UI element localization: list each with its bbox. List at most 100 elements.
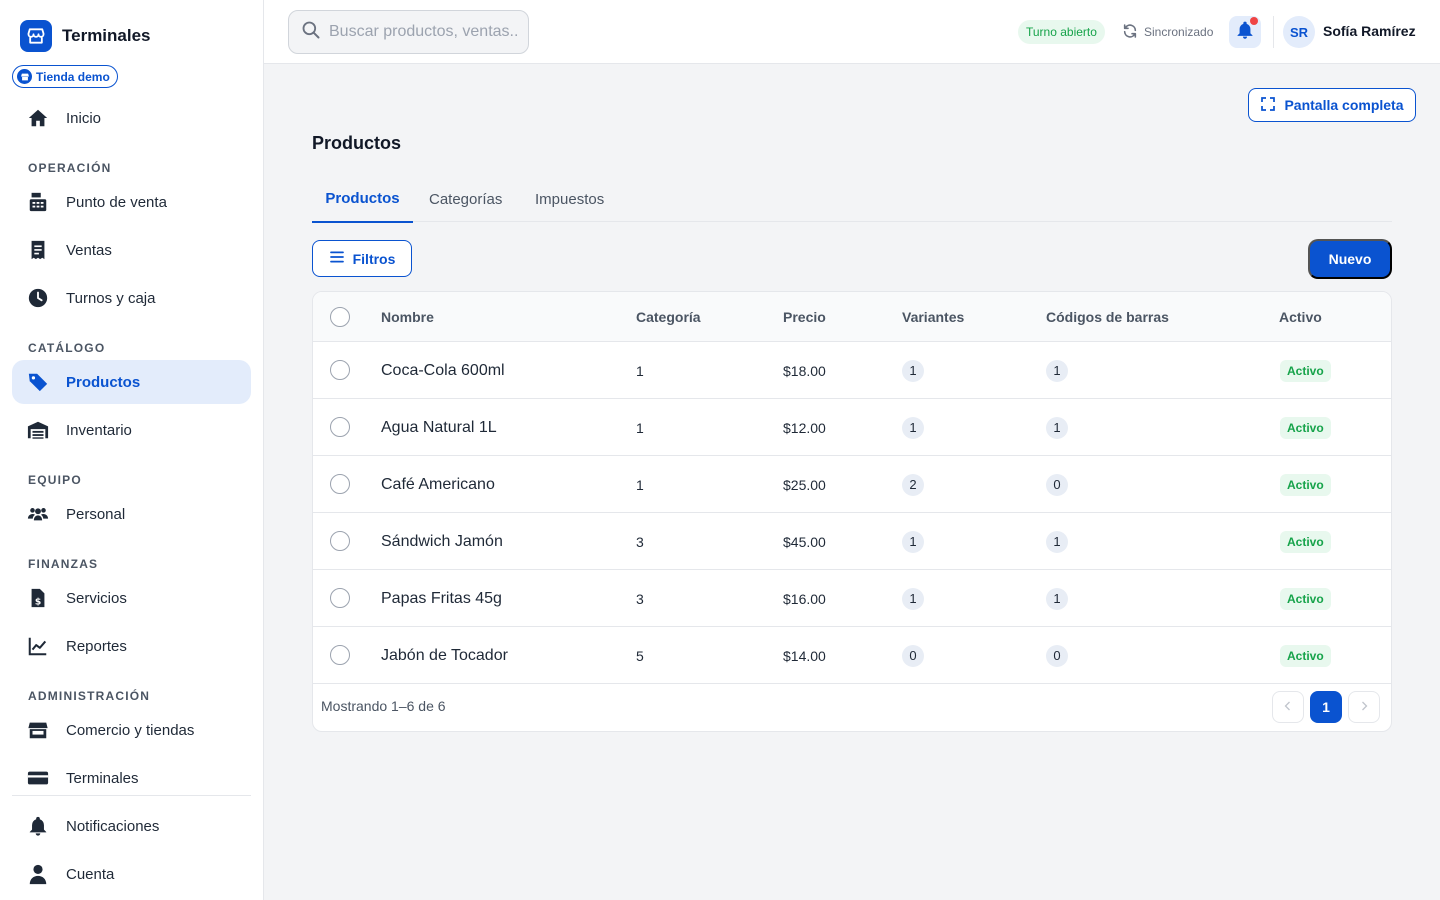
sidebar-item-label: Notificaciones bbox=[66, 817, 160, 835]
product-price: $25.00 bbox=[783, 476, 826, 493]
table-row[interactable]: Coca-Cola 600ml 1 $18.00 1 1 Activo bbox=[313, 342, 1391, 399]
line-chart-icon bbox=[26, 634, 50, 658]
barcodes-count-badge: 1 bbox=[1046, 587, 1068, 610]
table-row[interactable]: Jabón de Tocador 5 $14.00 0 0 Activo bbox=[313, 627, 1391, 684]
tab-impuestos[interactable]: Impuestos bbox=[535, 176, 604, 222]
status-badge: Activo bbox=[1280, 530, 1331, 553]
product-price: $14.00 bbox=[783, 647, 826, 664]
tab-productos[interactable]: Productos bbox=[312, 176, 413, 223]
variants-count-badge: 2 bbox=[902, 473, 924, 496]
home-icon bbox=[26, 106, 50, 130]
sidebar-item-comercio[interactable]: Comercio y tiendas bbox=[12, 708, 251, 752]
variants-count-badge: 1 bbox=[902, 587, 924, 610]
sidebar-item-label: Terminales bbox=[66, 769, 139, 787]
sidebar-item-productos[interactable]: Productos bbox=[12, 360, 251, 404]
column-header-variantes[interactable]: Variantes bbox=[902, 292, 964, 342]
new-product-button[interactable]: Nuevo bbox=[1308, 239, 1392, 279]
product-price: $45.00 bbox=[783, 533, 826, 550]
sidebar-item-reportes[interactable]: Reportes bbox=[12, 624, 251, 668]
brand[interactable]: Terminales bbox=[20, 20, 151, 52]
sidebar-item-label: Inventario bbox=[66, 421, 132, 439]
store-selector[interactable]: Tienda demo bbox=[12, 65, 118, 88]
store-icon bbox=[26, 718, 50, 742]
notifications-button[interactable] bbox=[1229, 16, 1261, 48]
status-badge: Activo bbox=[1280, 473, 1331, 496]
table-row[interactable]: Café Americano 1 $25.00 2 0 Activo bbox=[313, 456, 1391, 513]
sidebar-item-inicio[interactable]: Inicio bbox=[12, 96, 251, 140]
clock-icon bbox=[26, 286, 50, 310]
row-checkbox[interactable] bbox=[330, 531, 350, 551]
column-header-precio[interactable]: Precio bbox=[783, 292, 826, 342]
page-button-current[interactable]: 1 bbox=[1310, 691, 1342, 723]
sidebar-item-terminales[interactable]: Terminales bbox=[12, 756, 251, 800]
row-checkbox[interactable] bbox=[330, 588, 350, 608]
refresh-icon bbox=[1122, 23, 1138, 42]
prev-page-button[interactable] bbox=[1272, 691, 1304, 723]
product-category: 3 bbox=[636, 590, 644, 607]
store-icon bbox=[17, 69, 32, 84]
product-name: Coca-Cola 600ml bbox=[381, 361, 505, 379]
next-page-button[interactable] bbox=[1348, 691, 1380, 723]
barcodes-count-badge: 0 bbox=[1046, 644, 1068, 667]
product-category: 1 bbox=[636, 362, 644, 379]
product-category: 5 bbox=[636, 647, 644, 664]
barcodes-count-badge: 1 bbox=[1046, 530, 1068, 553]
sync-status[interactable]: Sincronizado bbox=[1122, 20, 1213, 44]
sidebar-item-label: Personal bbox=[66, 505, 126, 523]
column-header-activo[interactable]: Activo bbox=[1279, 292, 1322, 342]
top-header: Turno abierto Sincronizado SR Sofía Ramí… bbox=[264, 0, 1440, 64]
column-header-categoria[interactable]: Categoría bbox=[636, 292, 701, 342]
table-header: Nombre Categoría Precio Variantes Código… bbox=[313, 292, 1391, 342]
column-header-codigos[interactable]: Códigos de barras bbox=[1046, 292, 1169, 342]
variants-count-badge: 1 bbox=[902, 359, 924, 382]
search-box[interactable] bbox=[288, 10, 529, 54]
fullscreen-label: Pantalla completa bbox=[1284, 97, 1404, 113]
sidebar-item-servicios[interactable]: $ Servicios bbox=[12, 576, 251, 620]
select-all-checkbox[interactable] bbox=[330, 307, 350, 327]
section-label-catalogo: CATÁLOGO bbox=[28, 341, 106, 355]
menu-lines-icon bbox=[329, 249, 345, 268]
fullscreen-button[interactable]: Pantalla completa bbox=[1248, 88, 1416, 122]
section-label-administracion: ADMINISTRACIÓN bbox=[28, 689, 151, 703]
table-row[interactable]: Sándwich Jamón 3 $45.00 1 1 Activo bbox=[313, 513, 1391, 570]
warehouse-icon bbox=[26, 418, 50, 442]
sidebar-item-label: Productos bbox=[66, 373, 141, 391]
filters-button[interactable]: Filtros bbox=[312, 240, 412, 277]
sidebar-item-notificaciones[interactable]: Notificaciones bbox=[12, 804, 251, 848]
product-name: Agua Natural 1L bbox=[381, 418, 497, 436]
users-icon bbox=[26, 502, 50, 526]
tabs: Productos Categorías Impuestos bbox=[312, 176, 1392, 223]
sidebar-item-personal[interactable]: Personal bbox=[12, 492, 251, 536]
sidebar-item-label: Punto de venta bbox=[66, 193, 167, 211]
bell-icon bbox=[26, 814, 50, 838]
avatar[interactable]: SR bbox=[1283, 16, 1315, 48]
store-icon bbox=[20, 20, 52, 52]
sidebar-item-cuenta[interactable]: Cuenta bbox=[12, 852, 251, 896]
page-title: Productos bbox=[312, 133, 402, 153]
search-input[interactable] bbox=[329, 23, 519, 41]
product-price: $12.00 bbox=[783, 419, 826, 436]
sidebar-item-ventas[interactable]: Ventas bbox=[12, 228, 251, 272]
row-checkbox[interactable] bbox=[330, 645, 350, 665]
column-header-nombre[interactable]: Nombre bbox=[381, 292, 434, 342]
row-checkbox[interactable] bbox=[330, 474, 350, 494]
sidebar-item-label: Reportes bbox=[66, 637, 127, 655]
sidebar-item-turnos[interactable]: Turnos y caja bbox=[12, 276, 251, 320]
tab-categorias[interactable]: Categorías bbox=[429, 176, 502, 222]
status-badge: Activo bbox=[1280, 359, 1331, 382]
sidebar-item-label: Inicio bbox=[66, 109, 102, 127]
table-row[interactable]: Agua Natural 1L 1 $12.00 1 1 Activo bbox=[313, 399, 1391, 456]
row-checkbox[interactable] bbox=[330, 360, 350, 380]
table-row[interactable]: Papas Fritas 45g 3 $16.00 1 1 Activo bbox=[313, 570, 1391, 627]
credit-card-icon bbox=[26, 766, 50, 790]
sync-label: Sincronizado bbox=[1144, 25, 1214, 39]
header-divider bbox=[1273, 16, 1274, 48]
sidebar-item-label: Turnos y caja bbox=[66, 289, 156, 307]
row-checkbox[interactable] bbox=[330, 417, 350, 437]
products-table: Nombre Categoría Precio Variantes Código… bbox=[312, 291, 1392, 732]
sidebar-item-inventario[interactable]: Inventario bbox=[12, 408, 251, 452]
sidebar-item-punto-de-venta[interactable]: Punto de venta bbox=[12, 180, 251, 224]
store-name: Tienda demo bbox=[36, 69, 110, 84]
product-name: Papas Fritas 45g bbox=[381, 589, 502, 607]
user-name[interactable]: Sofía Ramírez bbox=[1323, 23, 1416, 39]
